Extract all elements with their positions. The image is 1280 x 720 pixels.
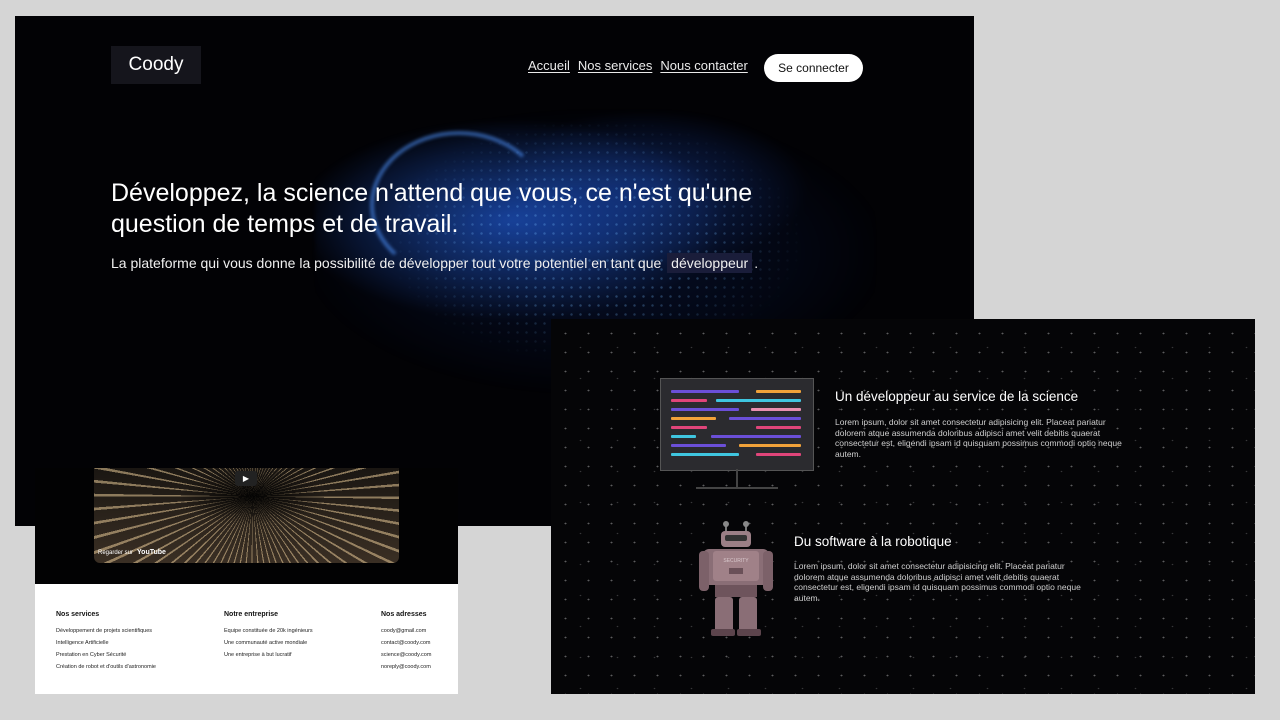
nav-link-contact[interactable]: Nous contacter xyxy=(660,58,747,73)
code-monitor-illustration xyxy=(660,378,814,471)
code-line xyxy=(756,426,801,429)
hero-subtitle-text: La plateforme qui vous donne la possibil… xyxy=(111,255,662,271)
monitor-base xyxy=(696,487,778,489)
code-line xyxy=(671,399,707,402)
code-line xyxy=(751,408,801,411)
monitor-stand xyxy=(736,469,738,487)
nav-link-services[interactable]: Nos services xyxy=(578,58,652,73)
code-line xyxy=(671,426,707,429)
hero-subtitle: La plateforme qui vous donne la possibil… xyxy=(111,253,759,273)
footer: Nos services Développement de projets sc… xyxy=(35,584,458,694)
footer-column-adresses: Nos adresses coody@gmail.com contact@coo… xyxy=(381,611,431,673)
features-section: Un développeur au service de la science … xyxy=(551,319,1255,694)
play-icon[interactable]: ▶ xyxy=(235,471,257,486)
code-line xyxy=(671,408,739,411)
robot-badge-label: SECURITY xyxy=(723,558,749,564)
code-line xyxy=(739,444,801,447)
footer-column-entreprise: Notre entreprise Equipe constituée de 20… xyxy=(224,611,313,661)
main-nav: Accueil Nos services Nous contacter xyxy=(528,58,748,73)
footer-email-link[interactable]: science@coody.com xyxy=(381,649,431,661)
feature-description: Lorem ipsum, dolor sit amet consectetur … xyxy=(794,561,1081,603)
watch-on-label: Regarder sur xyxy=(98,550,134,556)
footer-email-link[interactable]: noreply@coody.com xyxy=(381,661,431,673)
footer-email-link[interactable]: coody@gmail.com xyxy=(381,625,431,637)
footer-email-link[interactable]: contact@coody.com xyxy=(381,637,431,649)
footer-item[interactable]: Développement de projets scientifiques xyxy=(56,625,156,637)
code-line xyxy=(729,417,801,420)
code-line xyxy=(671,435,696,438)
footer-column-services: Nos services Développement de projets sc… xyxy=(56,611,156,673)
footer-item[interactable]: Une entreprise à but lucratif xyxy=(224,649,313,661)
code-line xyxy=(671,417,716,420)
code-line xyxy=(671,444,726,447)
video-footer-section: ▶ Regarder sur YouTube Nos services Dével… xyxy=(35,468,458,694)
nav-link-accueil[interactable]: Accueil xyxy=(528,58,570,73)
footer-item[interactable]: Equipe constituée de 20k ingénieurs xyxy=(224,625,313,637)
footer-item[interactable]: Création de robot et d'outils d'astronom… xyxy=(56,661,156,673)
code-line xyxy=(756,453,801,456)
code-line xyxy=(716,399,801,402)
video-embed[interactable]: ▶ Regarder sur YouTube xyxy=(94,468,399,563)
footer-item[interactable]: Prestation en Cyber Sécurité xyxy=(56,649,156,661)
feature-title: Du software à la robotique xyxy=(794,534,952,549)
code-line xyxy=(671,390,739,393)
footer-column-title: Nos services xyxy=(56,611,100,618)
video-section: ▶ Regarder sur YouTube xyxy=(35,468,458,584)
code-line xyxy=(711,435,801,438)
login-button[interactable]: Se connecter xyxy=(764,54,863,82)
highlight-badge: développeur xyxy=(667,253,753,273)
footer-column-title: Nos adresses xyxy=(381,611,427,618)
code-line xyxy=(671,453,739,456)
hero-title: Développez, la science n'attend que vous… xyxy=(111,179,753,238)
feature-description: Lorem ipsum, dolor sit amet consectetur … xyxy=(835,417,1122,459)
hero-subtitle-end: . xyxy=(754,255,759,271)
footer-column-title: Notre entreprise xyxy=(224,611,279,618)
footer-item[interactable]: Une communauté active mondiale xyxy=(224,637,313,649)
youtube-watch-link[interactable]: Regarder sur YouTube xyxy=(98,549,166,556)
youtube-logo-icon: YouTube xyxy=(137,549,166,556)
code-line xyxy=(756,390,801,393)
robot-illustration: SECURITY xyxy=(699,521,773,636)
logo[interactable]: Coody xyxy=(111,46,201,84)
footer-item[interactable]: Intelligence Artificielle xyxy=(56,637,156,649)
feature-title: Un développeur au service de la science xyxy=(835,389,1079,404)
